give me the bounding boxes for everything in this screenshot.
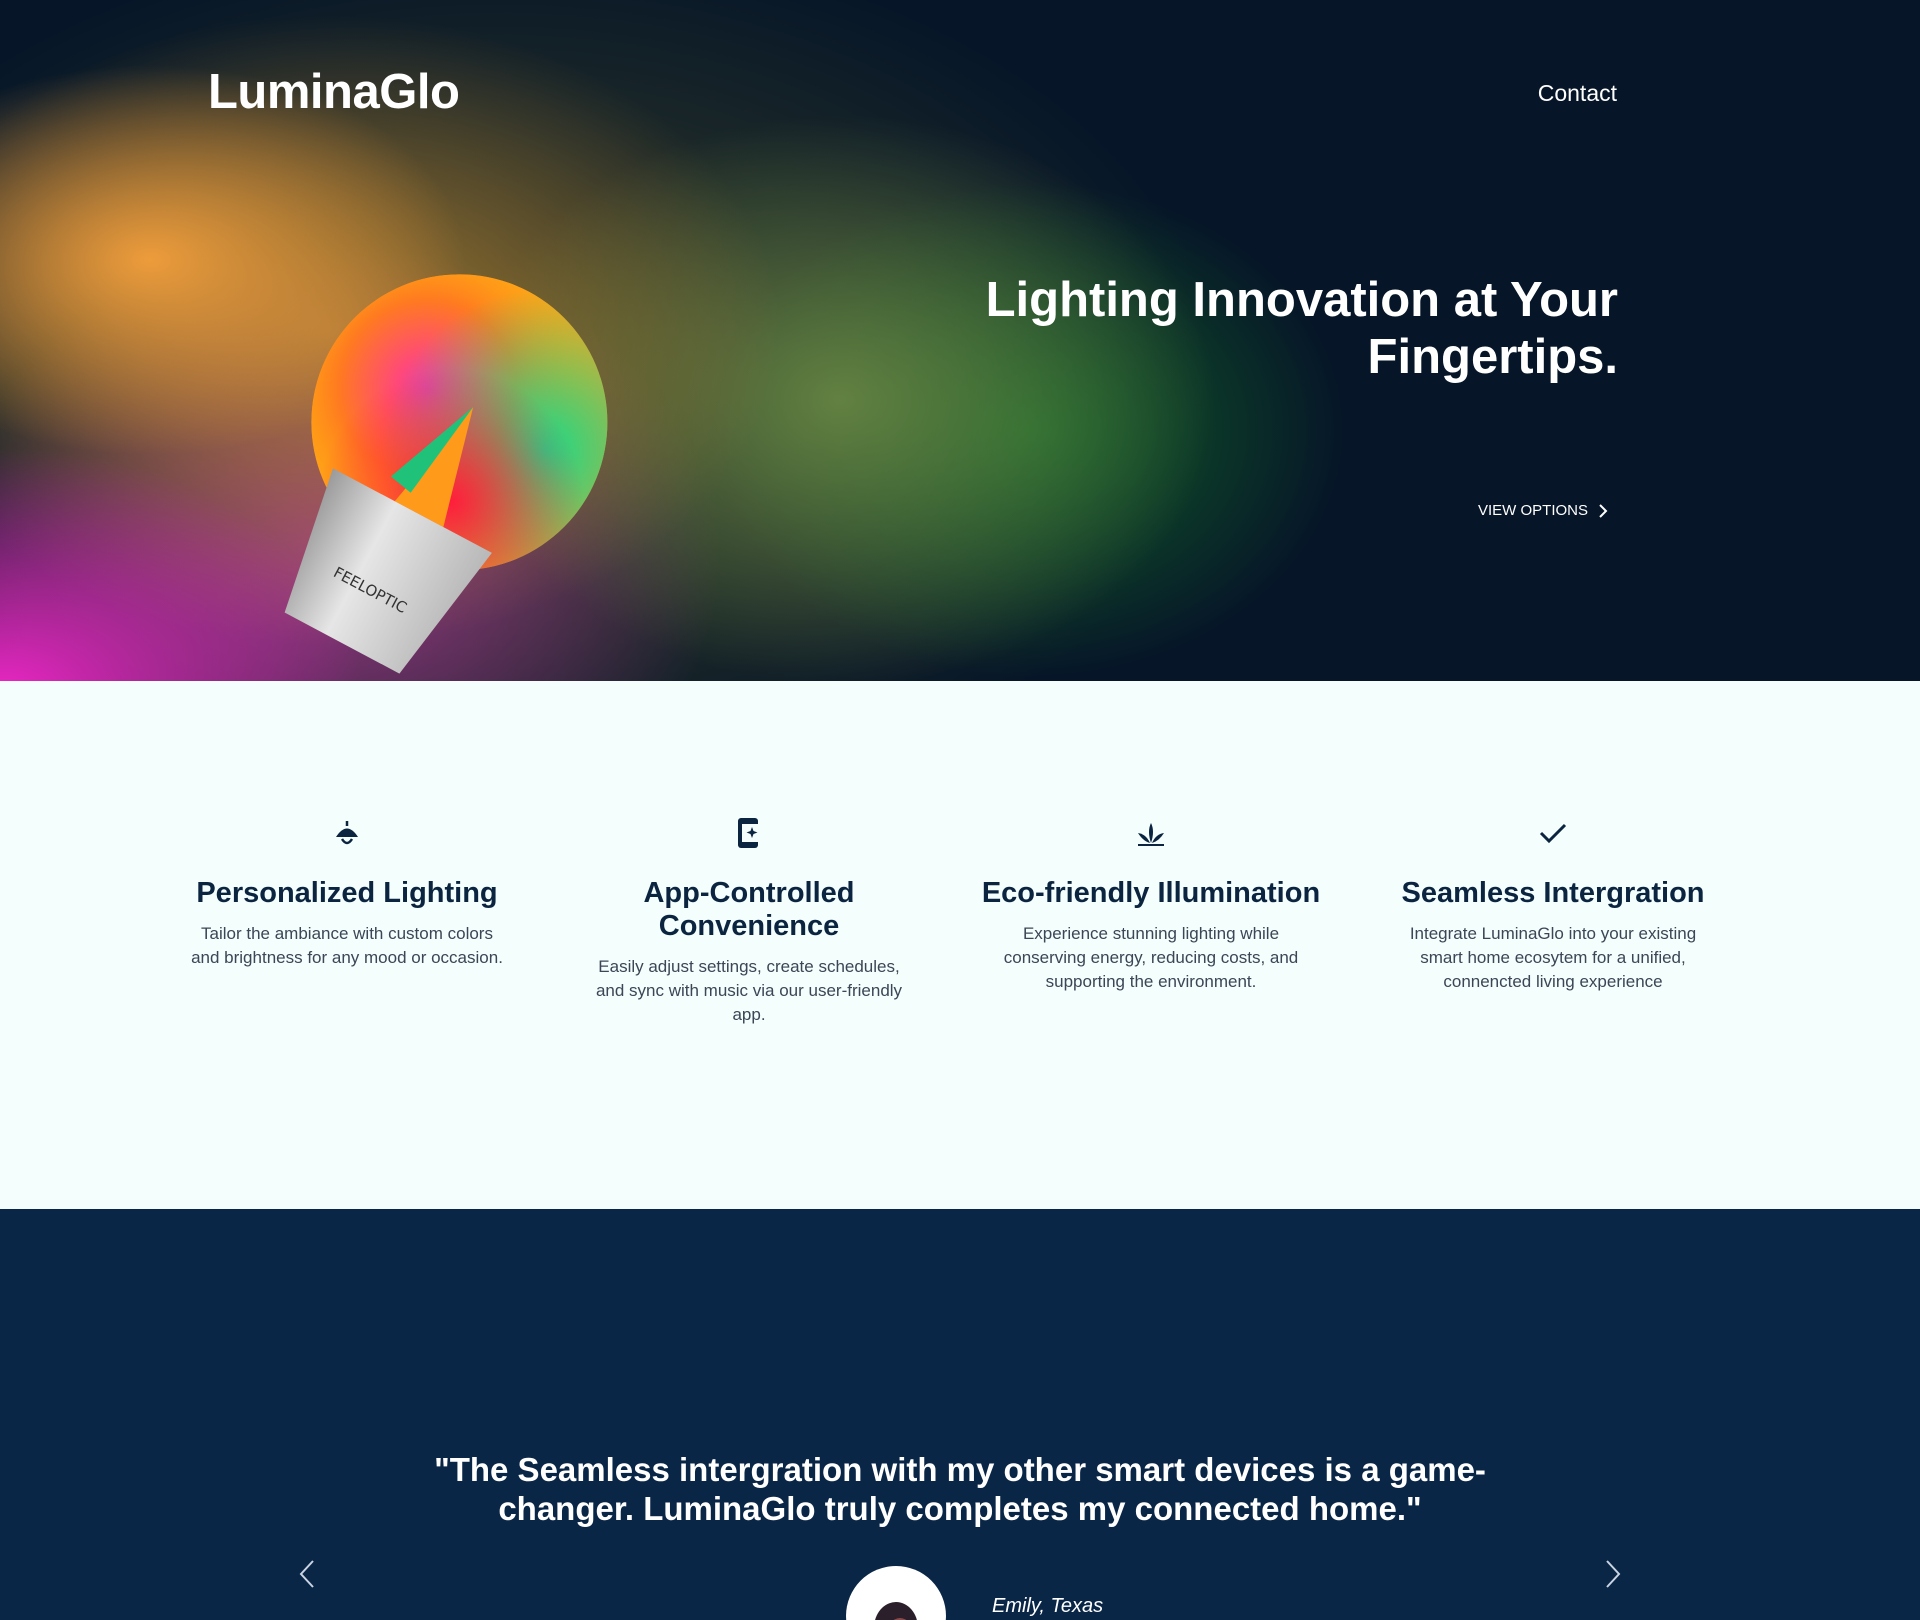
feature-title: Personalized Lighting: [196, 877, 498, 909]
avatar: [846, 1566, 946, 1620]
feature-title: Seamless Intergration: [1401, 877, 1705, 909]
carousel-prev-button[interactable]: [292, 1554, 322, 1594]
person-avatar-icon: [875, 1602, 917, 1620]
view-options-button[interactable]: VIEW OPTIONS: [1478, 502, 1608, 519]
testimonial-author: Emily, Texas: [992, 1595, 1104, 1617]
checkmark-icon: [1383, 811, 1723, 855]
chevron-right-icon: [1606, 1560, 1621, 1588]
feature-card-seamless-integration: Seamless Intergration Integrate LuminaGl…: [1383, 811, 1723, 994]
view-options-label: VIEW OPTIONS: [1477, 502, 1588, 519]
hero-title: Lighting Innovation at Your Fingertips.: [985, 273, 1618, 384]
feature-title: App-Controlled Convenience: [643, 877, 855, 942]
feature-description: Tailor the ambiance with custom colors a…: [191, 924, 503, 967]
features-section: Personalized Lighting Tailor the ambianc…: [0, 681, 1920, 1209]
feature-card-app-controlled: App-Controlled Convenience Easily adjust…: [579, 811, 919, 1027]
chevron-left-icon: [299, 1560, 314, 1588]
carousel-next-button[interactable]: [1598, 1554, 1628, 1594]
feature-description: Easily adjust settings, create schedules…: [595, 957, 903, 1024]
leaf-plant-icon: [981, 811, 1321, 855]
feature-card-personalized-lighting: Personalized Lighting Tailor the ambianc…: [177, 811, 517, 970]
testimonial-quote: "The Seamless intergration with my other…: [434, 1451, 1486, 1527]
testimonial-section: "The Seamless intergration with my other…: [0, 1209, 1920, 1620]
pendant-lamp-icon: [177, 811, 517, 855]
feature-description: Integrate LuminaGlo into your existing s…: [1409, 924, 1697, 991]
color-bulb-image: FEELOPTIC: [284, 274, 608, 674]
nav-contact-link[interactable]: Contact: [1538, 80, 1617, 107]
smartphone-sparkle-icon: [579, 811, 919, 855]
feature-card-eco-friendly: Eco-friendly Illumination Experience stu…: [981, 811, 1321, 994]
brand-logo[interactable]: LuminaGlo: [208, 64, 460, 120]
feature-description: Experience stunning lighting while conse…: [1003, 924, 1299, 991]
hero-section: FEELOPTIC LuminaGlo Contact Lighting Inn…: [0, 0, 1920, 681]
chevron-right-icon: [1599, 503, 1608, 518]
feature-title: Eco-friendly Illumination: [981, 877, 1321, 909]
